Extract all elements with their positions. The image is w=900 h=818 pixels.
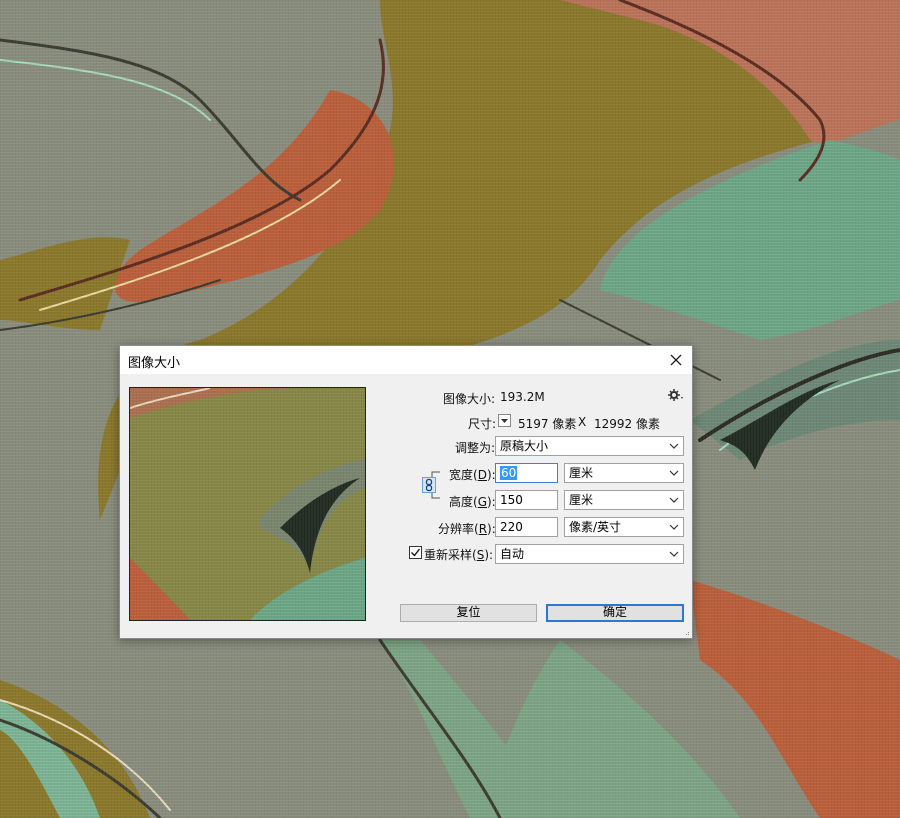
chevron-down-icon — [669, 551, 679, 557]
image-preview[interactable] — [129, 387, 366, 621]
width-label: 宽度(D): — [449, 468, 496, 482]
resolution-label: 分辨率(R): — [438, 522, 496, 536]
resize-grip-icon[interactable] — [684, 630, 690, 636]
height-input[interactable]: 150 — [495, 490, 558, 510]
fit-to-label: 调整为: — [455, 441, 496, 455]
image-size-value: 193.2M — [500, 390, 545, 404]
width-unit-value: 厘米 — [569, 466, 594, 480]
resolution-value: 220 — [500, 520, 523, 534]
chevron-down-icon — [669, 470, 679, 476]
height-unit-value: 厘米 — [569, 493, 594, 507]
resolution-unit-select[interactable]: 像素/英寸 — [564, 517, 684, 537]
dimensions-label: 尺寸: — [468, 417, 497, 431]
resample-method-value: 自动 — [500, 547, 525, 561]
chevron-down-icon — [669, 524, 679, 530]
dialog-titlebar[interactable]: 图像大小 — [120, 346, 692, 374]
width-value: 60 — [500, 466, 518, 480]
width-unit-select[interactable]: 厘米 — [564, 463, 684, 483]
resample-label: 重新采样(S): — [424, 548, 494, 562]
settings-button[interactable] — [668, 388, 684, 405]
constrain-proportions-toggle[interactable] — [422, 477, 436, 493]
dimensions-menu-button[interactable] — [498, 414, 511, 427]
gear-icon — [668, 389, 683, 401]
chain-link-icon — [425, 478, 433, 492]
fit-to-value: 原稿大小 — [500, 439, 549, 453]
height-unit-select[interactable]: 厘米 — [564, 490, 684, 510]
dimensions-height: 12992 像素 — [594, 417, 660, 431]
height-label: 高度(G): — [449, 495, 496, 509]
chevron-down-icon — [669, 497, 679, 503]
ok-button[interactable]: 确定 — [546, 604, 684, 622]
dimensions-width: 5197 像素 — [518, 417, 577, 431]
chevron-down-icon — [669, 443, 679, 449]
image-size-label: 图像大小: — [443, 392, 496, 406]
dimensions-x: X — [578, 415, 587, 429]
resample-method-select[interactable]: 自动 — [495, 544, 684, 564]
dialog-title: 图像大小 — [128, 356, 181, 371]
checkmark-icon — [411, 548, 421, 557]
width-input[interactable]: 60 — [495, 463, 558, 483]
fit-to-select[interactable]: 原稿大小 — [495, 436, 684, 456]
triangle-down-icon — [501, 419, 508, 423]
resolution-input[interactable]: 220 — [495, 517, 558, 537]
reset-button[interactable]: 复位 — [400, 604, 537, 622]
close-icon — [670, 354, 682, 366]
height-value: 150 — [500, 493, 523, 507]
close-button[interactable] — [664, 349, 688, 371]
resample-checkbox[interactable] — [409, 546, 422, 559]
resolution-unit-value: 像素/英寸 — [569, 520, 622, 534]
image-size-dialog: 图像大小 图像大小: 193.2M 尺寸: 5197 像素 X 12992 像素… — [119, 345, 693, 639]
